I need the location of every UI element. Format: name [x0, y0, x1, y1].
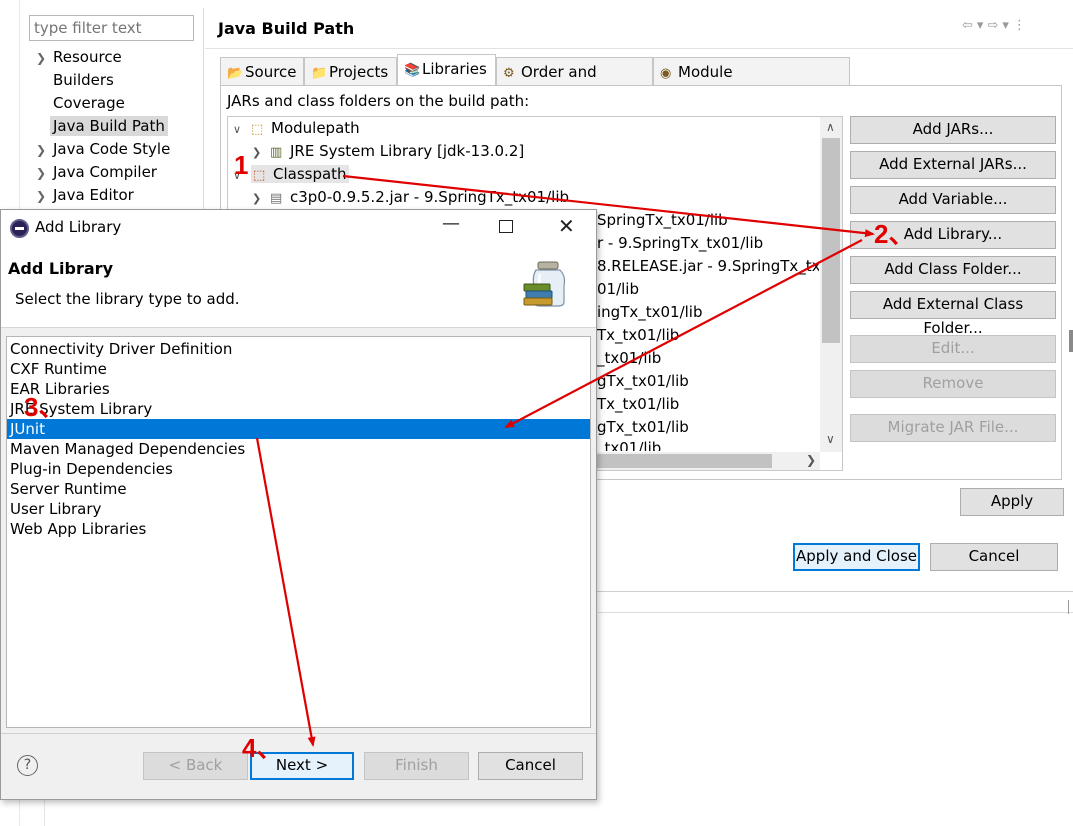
annotation-step-2: 2、	[874, 219, 915, 249]
annotation-step-1: 1	[234, 150, 249, 180]
annotation-step-4: 4、	[242, 733, 283, 763]
annotation-overlay	[255, 174, 875, 747]
annotation-step-3: 3、	[24, 392, 65, 422]
annotation-arrow-3	[255, 437, 316, 747]
annotation-arrow-1	[342, 174, 875, 238]
annotation-arrow-2	[504, 239, 863, 428]
